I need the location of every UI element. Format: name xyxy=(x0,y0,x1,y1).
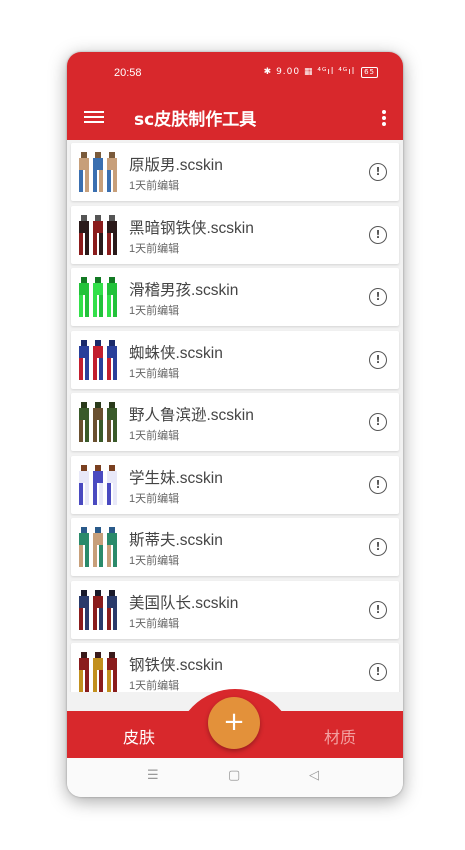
skin-list-item[interactable]: 黑暗钢铁侠.scskin 1天前编辑! xyxy=(71,205,399,264)
skin-thumbnail xyxy=(79,464,117,505)
tab-material[interactable]: 材质 xyxy=(324,724,356,748)
skin-edited-time: 1天前编辑 xyxy=(129,680,180,692)
skin-list-item[interactable]: 斯蒂夫.scskin 1天前编辑! xyxy=(71,518,399,576)
skin-name: 蜘蛛侠.scskin xyxy=(129,344,223,362)
skin-edited-time: 1天前编辑 xyxy=(129,367,180,380)
skin-edited-time: 1天前编辑 xyxy=(129,305,180,317)
add-skin-button[interactable]: + xyxy=(208,697,260,749)
skin-thumbnail xyxy=(79,402,117,442)
skin-name: 学生妹.scskin xyxy=(129,469,223,487)
skin-edited-time: 1天前编辑 xyxy=(129,430,180,442)
info-icon[interactable]: ! xyxy=(369,225,387,244)
hamburger-icon[interactable] xyxy=(84,108,104,126)
signal-icons: ✱ 9.00 ▦ ⁴ᴳıl ⁴ᴳıl xyxy=(263,67,356,77)
skin-list[interactable]: 原版男.scskin 1天前编辑! 黑暗钢铁侠.scskin 1天前编辑! 滑稽男孩.s… xyxy=(67,140,403,692)
skin-edited-time: 1天前编辑 xyxy=(129,492,180,505)
app-title: sc皮肤制作工具 xyxy=(134,110,257,130)
skin-list-item[interactable]: 滑稽男孩.scskin 1天前编辑! xyxy=(71,268,399,326)
skin-edited-time: 1天前编辑 xyxy=(129,617,180,630)
status-icons: ✱ 9.00 ▦ ⁴ᴳıl ⁴ᴳıl 65 xyxy=(264,67,378,78)
skin-edited-time: 1天前编辑 xyxy=(129,242,180,255)
skin-thumbnail xyxy=(79,277,117,317)
info-icon[interactable]: ! xyxy=(369,413,387,431)
skin-name: 原版男.scskin xyxy=(129,157,223,174)
skin-name: 钢铁侠.scskin xyxy=(129,657,223,674)
info-icon[interactable]: ! xyxy=(369,475,387,494)
skin-name: 美国队长.scskin xyxy=(129,594,239,612)
skin-thumbnail xyxy=(79,652,117,692)
skin-thumbnail xyxy=(79,527,117,567)
app-bar: sc皮肤制作工具 xyxy=(67,96,403,140)
info-icon[interactable]: ! xyxy=(369,288,387,306)
info-icon[interactable]: ! xyxy=(369,163,387,181)
more-vert-icon[interactable] xyxy=(379,108,389,128)
phone-frame: 20:58 ✱ 9.00 ▦ ⁴ᴳıl ⁴ᴳıl 65 sc皮肤制作工具 原版男… xyxy=(67,52,403,797)
skin-list-item[interactable]: 钢铁侠.scskin 1天前编辑! xyxy=(71,643,399,692)
skin-thumbnail xyxy=(79,152,117,192)
tab-skin[interactable]: 皮肤 xyxy=(123,724,155,748)
skin-name: 野人鲁滨逊.scskin xyxy=(129,407,254,424)
home-button[interactable]: ▢ xyxy=(228,768,240,783)
info-icon[interactable]: ! xyxy=(369,538,387,556)
status-time: 20:58 xyxy=(114,67,142,79)
skin-edited-time: 1天前编辑 xyxy=(129,180,180,192)
battery-icon: 65 xyxy=(361,67,378,78)
info-icon[interactable]: ! xyxy=(369,350,387,369)
skin-list-item[interactable]: 原版男.scskin 1天前编辑! xyxy=(71,143,399,201)
skin-name: 滑稽男孩.scskin xyxy=(129,282,239,299)
skin-list-item[interactable]: 学生妹.scskin 1天前编辑! xyxy=(71,455,399,514)
back-button[interactable]: ◁ xyxy=(309,768,319,783)
skin-thumbnail xyxy=(79,214,117,255)
skin-list-item[interactable]: 蜘蛛侠.scskin 1天前编辑! xyxy=(71,330,399,389)
skin-thumbnail xyxy=(79,589,117,630)
skin-name: 斯蒂夫.scskin xyxy=(129,532,223,549)
info-icon[interactable]: ! xyxy=(369,600,387,619)
skin-list-item[interactable]: 野人鲁滨逊.scskin 1天前编辑! xyxy=(71,393,399,451)
system-nav-bar: ☰ ▢ ◁ xyxy=(67,758,403,797)
skin-thumbnail xyxy=(79,339,117,380)
skin-list-item[interactable]: 美国队长.scskin 1天前编辑! xyxy=(71,580,399,639)
skin-name: 黑暗钢铁侠.scskin xyxy=(129,219,254,237)
recent-apps-button[interactable]: ☰ xyxy=(147,768,159,783)
status-bar: 20:58 ✱ 9.00 ▦ ⁴ᴳıl ⁴ᴳıl 65 xyxy=(67,52,403,96)
skin-edited-time: 1天前编辑 xyxy=(129,555,180,567)
info-icon[interactable]: ! xyxy=(369,663,387,681)
